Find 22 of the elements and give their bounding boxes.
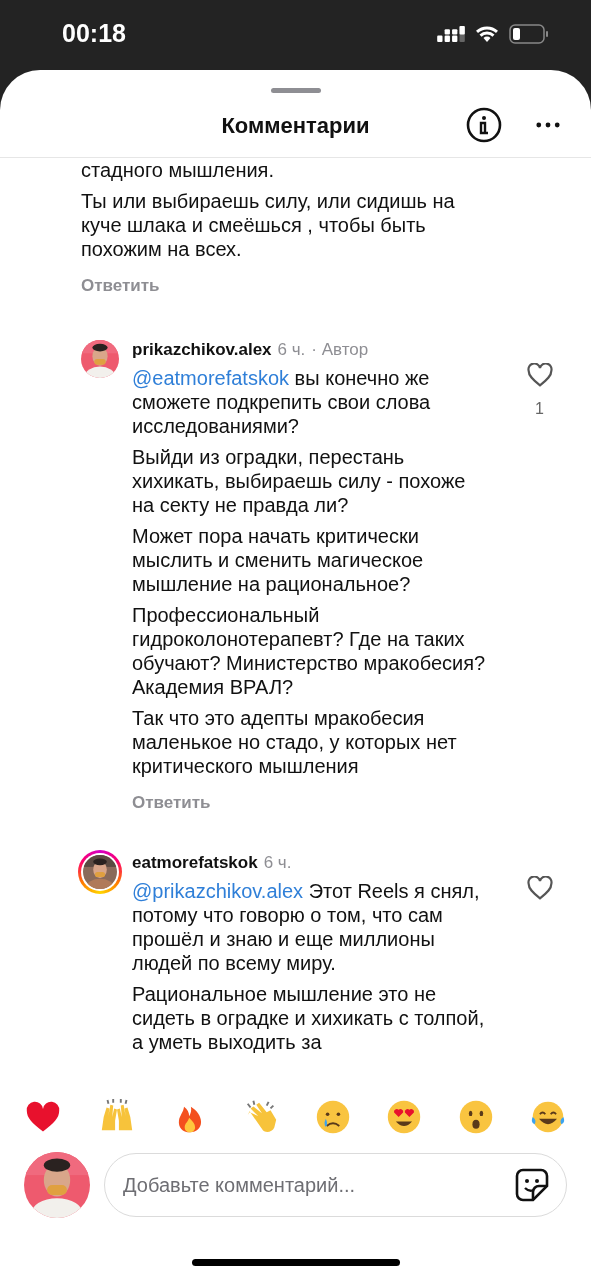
comment-text: Выйди из оградки, перестань хихикать, выбираешь силу - похоже на секту не правда ли? [132,445,467,517]
comment-input-field[interactable]: Добавьте комментарий... [104,1153,567,1217]
comment-time: 6 ч. [263,851,292,874]
sheet-title: Комментарии [221,111,370,140]
comment-text: Профессиональный гидроколонотерапевт? Где на таких обучают? Министерство мракобесия? Академия ВРАЛ? [132,603,487,699]
reply-link[interactable]: Ответить [132,790,211,816]
comment-text: Может пора начать критически мыслить и сменить магическое мышление на рациональное? [132,524,425,596]
like-count: 1 [535,398,544,419]
username[interactable]: eatmorefatskok [132,849,258,875]
username[interactable]: prikazchikov.alex [132,336,272,362]
comment-text: Рациональное мышление это не сидеть в оградке и хихикать с толпой, а уметь выходить за [132,982,486,1054]
comment-text: Ты или выбираешь силу, или сидишь на куче шлака и смеёшься , чтобы быть похожим на всех. [81,189,456,261]
mention-link[interactable]: @eatmorefatskok [132,367,290,389]
author-label: · Автор [311,338,369,361]
status-time: 00:18 [62,18,126,50]
mention-link[interactable]: @prikazchikov.alex [132,880,304,902]
comment-text: стадного мышления. [81,158,275,182]
comment-text: @prikazchikov.alex Этот Reels я снял, потому что говорю о том, что сам прошёл и знаю и еще миллионы людей по всему миру. [132,879,481,975]
comment-time: 6 ч. [277,338,306,361]
comment-text: @eatmorefatskok вы конечно же сможете подкрепить свои слова исследованиями? [132,366,432,438]
reply-link[interactable]: Ответить [81,273,160,299]
comment-text: Так что это адепты мракобесия маленькое но стадо, у которых нет критического мышления [132,706,458,778]
